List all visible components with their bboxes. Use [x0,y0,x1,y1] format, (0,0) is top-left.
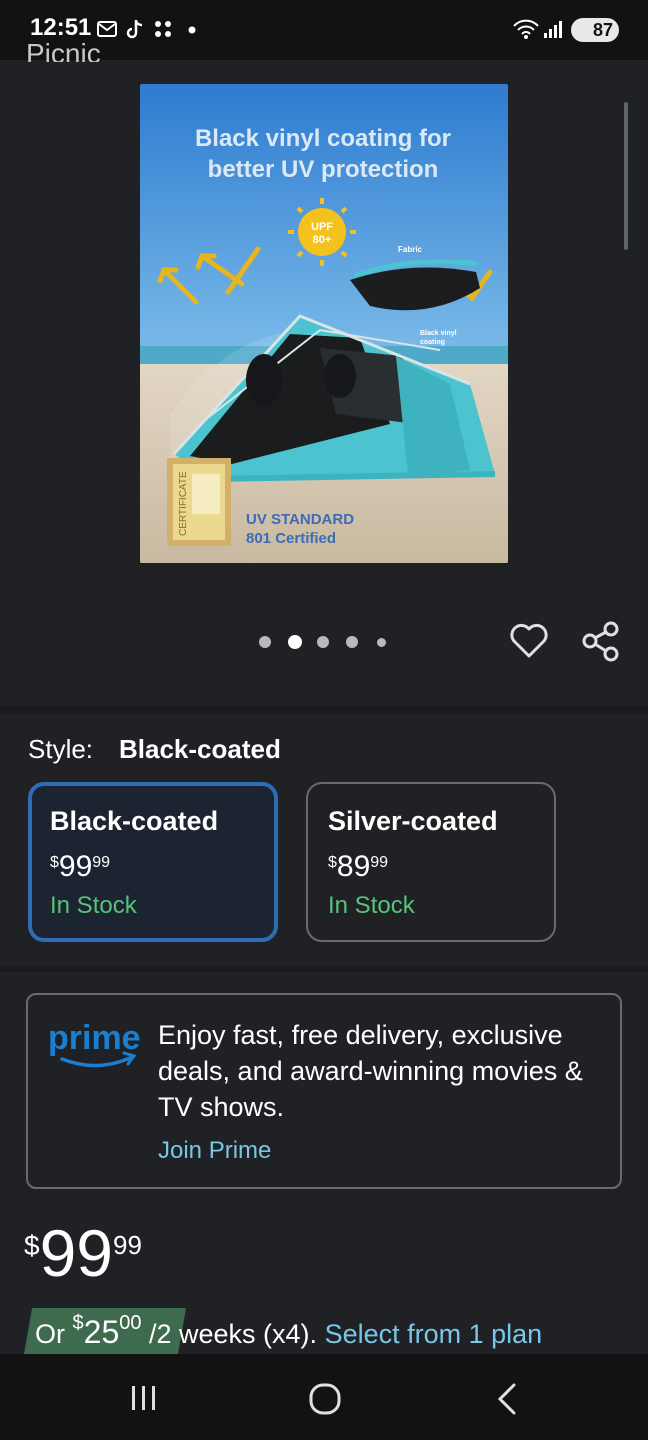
coating-label-line2: coating [420,339,445,346]
tiktok-icon [126,20,143,39]
carousel-dot[interactable] [317,636,329,648]
heart-icon[interactable] [508,620,550,662]
fabric-label: Fabric [398,245,423,254]
installment-cents: 00 [119,1312,142,1334]
section-divider [0,706,648,714]
upf-line1: UPF [311,221,333,233]
installment-terms: /2 weeks (x4). [149,1319,318,1349]
scroll-indicator[interactable] [624,102,628,250]
upf-line2: 80+ [313,234,332,246]
certificate-icon: CERTIFICATE [167,458,231,546]
carousel-dot[interactable] [346,636,358,648]
style-option-silver-coated[interactable]: Silver-coated $8999 In Stock [306,782,556,942]
battery-level: 87 [592,20,613,40]
previous-title-fragment: Picnic [26,38,101,62]
wifi-icon [513,19,539,39]
prime-logo-text: prime [48,1019,141,1057]
carousel-dot-active[interactable] [288,635,302,649]
join-prime-link[interactable]: Join Prime [158,1137,271,1165]
price-cents: 99 [113,1230,142,1260]
style-option-stock: In Stock [328,892,415,919]
style-selected-value: Black-coated [119,734,281,764]
app-icon [155,21,171,37]
style-option-stock: In Stock [50,892,137,919]
image-headline-line1: Black vinyl coating for [195,125,451,152]
style-option-black-coated[interactable]: Black-coated $9999 In Stock [28,782,278,942]
style-option-name: Silver-coated [328,806,498,836]
style-option-name: Black-coated [50,806,219,836]
navigation-bar [0,1354,648,1440]
installment-prefix: Or [35,1319,65,1349]
home-icon[interactable] [306,1380,344,1418]
recent-apps-icon[interactable] [126,1382,162,1414]
prime-message: Enjoy fast, free delivery, exclusive dea… [158,1020,583,1122]
uv-standard-line1: UV STANDARD [246,511,354,528]
coating-label-line1: Black vinyl [420,330,457,337]
prime-promo-card: prime Enjoy fast, free delivery, exclusi… [26,993,622,1189]
section-divider [0,966,648,972]
share-icon[interactable] [580,620,622,662]
carousel-dot[interactable] [377,638,386,647]
signal-icon [544,21,562,38]
prime-logo: prime [48,1019,141,1068]
installment-whole: 25 [83,1314,120,1350]
sun-icon: UPF 80+ [288,198,356,266]
price-whole: 99 [39,1216,113,1290]
select-plan-link[interactable]: Select from 1 plan [325,1319,543,1349]
battery-indicator: 87 [571,18,619,42]
installment-offer: Or $2500 /2 weeks (x4). Select from 1 pl… [35,1312,543,1351]
uv-standard-line2: 801 Certified [246,530,336,547]
tent-illustration: Black vinyl coating for better UV protec… [140,84,508,563]
dot-icon [188,26,196,34]
carousel-dot[interactable] [259,636,271,648]
style-label: Style: [28,734,94,764]
image-headline-line2: better UV protection [208,156,439,183]
price-currency: $ [24,1230,40,1261]
main-price: $9999 [24,1218,142,1288]
installment-currency: $ [72,1312,84,1334]
style-option-price: $9999 [50,850,111,883]
certificate-label: CERTIFICATE [178,471,189,536]
product-image[interactable]: Black vinyl coating for better UV protec… [140,84,508,563]
style-option-price: $8999 [328,850,389,883]
back-icon[interactable] [490,1380,526,1418]
